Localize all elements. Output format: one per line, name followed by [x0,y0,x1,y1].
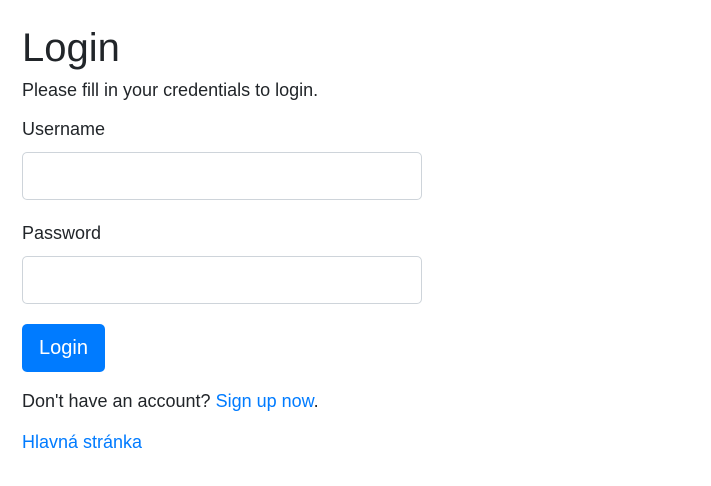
home-paragraph: Hlavná stránka [22,429,422,456]
password-label: Password [22,223,102,243]
home-link[interactable]: Hlavná stránka [22,432,142,452]
login-form: Username Password Login [22,116,422,372]
password-input[interactable] [22,256,422,304]
page-subtitle: Please fill in your credentials to login… [22,80,319,100]
login-button[interactable]: Login [22,324,105,372]
username-label: Username [22,119,106,139]
username-input[interactable] [22,152,422,200]
signup-link[interactable]: Sign up now [216,391,314,411]
username-group: Username [22,116,422,200]
signup-suffix: . [313,391,319,411]
login-wrapper: Login Please fill in your credentials to… [22,24,422,456]
page-title: Login [22,26,120,70]
signup-prompt: Don't have an account? [22,391,211,411]
password-group: Password [22,220,422,304]
signup-text: Don't have an account? Sign up now. [22,388,422,415]
